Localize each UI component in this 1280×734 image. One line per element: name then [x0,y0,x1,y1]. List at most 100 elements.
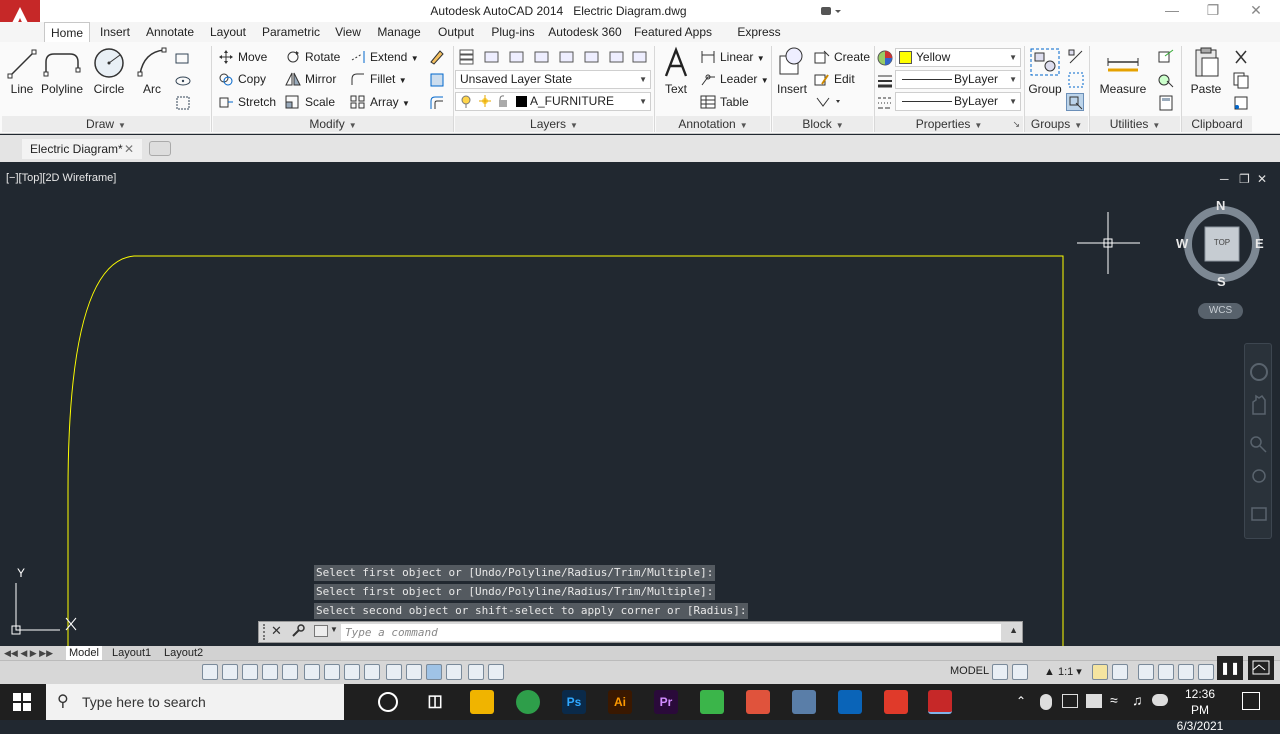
close-icon[interactable]: ✕ [1241,2,1271,19]
group-tool[interactable]: Group [1028,46,1062,96]
quick-properties-icon[interactable] [446,664,462,680]
command-input[interactable]: Type a command [341,624,1001,641]
copy-clip-icon[interactable] [1232,71,1250,89]
3d-osnap-icon[interactable] [324,664,340,680]
tab-parametric[interactable]: Parametric [258,22,324,42]
drag-handle-icon[interactable] [263,624,269,640]
draw-panel-label[interactable]: Draw ▼ [2,116,210,132]
annotation-scale[interactable]: ▲ 1:1 ▾ [1044,665,1082,678]
workspace-switching-icon[interactable] [1138,664,1154,680]
file-explorer-icon[interactable] [470,690,494,714]
selection-cycling-icon[interactable] [468,664,484,680]
microphone-icon[interactable] [1040,694,1052,710]
quick-view-layouts-icon[interactable] [992,664,1008,680]
otrack-icon[interactable] [344,664,360,680]
offset-icon[interactable] [428,94,446,112]
viewcube-top-face[interactable]: TOP [1205,238,1239,247]
layer-lock-icon[interactable] [558,48,576,66]
transparency-icon[interactable] [426,664,442,680]
stretch-tool[interactable]: Stretch [218,92,276,112]
tab-insert[interactable]: Insert [96,22,134,42]
layer-state-dropdown[interactable]: Unsaved Layer State ▼ [455,70,651,89]
compass-west[interactable]: W [1176,236,1188,251]
compass-south[interactable]: S [1217,274,1226,289]
tab-featured-apps[interactable]: Featured Apps [632,22,714,42]
rectangle-icon[interactable] [174,50,192,68]
layout-nav-arrows[interactable]: ◀◀ ◀ ▶ ▶▶ [4,646,64,660]
annotation-visibility-icon[interactable] [1092,664,1108,680]
notification-center-icon[interactable] [1242,692,1260,710]
snap-mode-icon[interactable] [222,664,238,680]
close-command-icon[interactable]: ✕ [271,623,282,639]
layer-merge-icon[interactable] [631,48,649,66]
groups-panel-label[interactable]: Groups ▼ [1025,116,1088,132]
wifi-icon[interactable]: ≈ [1110,692,1118,708]
layer-match-icon[interactable] [583,48,601,66]
calculator-icon[interactable] [1157,94,1175,112]
group-selection-icon[interactable] [1066,93,1084,111]
volume-icon[interactable]: ♫ [1132,692,1143,708]
viewcube[interactable]: N S E W TOP [1176,198,1264,289]
modify-panel-label[interactable]: Modify ▼ [213,116,453,132]
arc-tool[interactable]: Arc [136,46,168,96]
recent-commands-icon[interactable]: ▼ [330,625,338,634]
ungroup-icon[interactable] [1067,48,1085,66]
erase-icon[interactable] [428,48,446,66]
object-snap-icon[interactable] [304,664,320,680]
layer-walk-icon[interactable] [608,48,626,66]
copy-tool[interactable]: Copy [218,69,266,89]
array-tool[interactable]: Array ▼ [350,92,410,112]
onedrive-icon[interactable] [1152,694,1168,706]
anydesk-icon[interactable] [884,690,908,714]
dialog-launcher-icon[interactable]: ↘ [1012,116,1020,132]
tray-chevron-icon[interactable]: ⌃ [1016,694,1026,708]
rotate-tool[interactable]: Rotate [285,47,340,67]
workspace-switcher-icon[interactable] [820,4,842,18]
snagit-icon[interactable] [746,690,770,714]
polyline-tool[interactable]: Polyline [40,46,84,96]
quick-select-icon[interactable] [1157,48,1175,66]
cut-icon[interactable] [1232,48,1250,66]
tab-home[interactable]: Home [44,22,90,43]
lineweight-dropdown[interactable]: ByLayer ▼ [895,70,1021,89]
premiere-icon[interactable]: Pr [654,690,678,714]
create-block-tool[interactable]: Create [814,47,870,67]
system-clock[interactable]: 12:36 PM 6/3/2021 [1176,686,1224,734]
tab-plug-ins[interactable]: Plug-ins [487,22,539,42]
expand-history-icon[interactable]: ▲ [1009,625,1018,635]
task-view-icon[interactable]: ◫ [423,690,447,714]
layer-properties-icon[interactable] [458,48,476,66]
table-tool[interactable]: Table [700,92,749,112]
illustrator-icon[interactable]: Ai [608,690,632,714]
block-panel-label[interactable]: Block ▼ [773,116,873,132]
measure-tool[interactable]: Measure [1098,46,1148,96]
infer-constraints-icon[interactable] [202,664,218,680]
copy-with-basepoint-icon[interactable] [1232,94,1250,112]
tab-manage[interactable]: Manage [372,22,426,42]
move-tool[interactable]: Move [218,47,267,67]
tab-annotate[interactable]: Annotate [142,22,198,42]
grid-display-icon[interactable] [242,664,258,680]
viewport-minimize-icon[interactable]: ─ [1220,172,1229,186]
polar-tracking-icon[interactable] [282,664,298,680]
circle-tool[interactable]: Circle [92,46,126,96]
layers-panel-label[interactable]: Layers ▼ [455,116,653,132]
layer-off-icon[interactable] [483,48,501,66]
attribute-icon[interactable] [814,93,840,111]
tab-layout1[interactable]: Layout1 [109,646,154,660]
leader-tool[interactable]: Leader ▼ [700,69,769,89]
mirror-tool[interactable]: Mirror [285,69,336,89]
model-space-toggle[interactable]: MODEL [950,665,989,677]
utilities-panel-label[interactable]: Utilities ▼ [1090,116,1180,132]
layer-dropdown[interactable]: A_FURNITURE ▼ [455,92,651,111]
taskbar-search-box[interactable]: ⚲ Type here to search [46,684,344,720]
linetype-dropdown[interactable]: ByLayer ▼ [895,92,1021,111]
paste-tool[interactable]: Paste [1188,46,1224,96]
ducs-icon[interactable] [364,664,380,680]
explode-icon[interactable] [428,71,446,89]
quick-view-drawings-icon[interactable] [1012,664,1028,680]
line-tool[interactable]: Line [6,46,38,96]
dynamic-input-icon[interactable] [386,664,402,680]
group-edit-icon[interactable] [1067,71,1085,89]
annotation-monitor-icon[interactable] [488,664,504,680]
